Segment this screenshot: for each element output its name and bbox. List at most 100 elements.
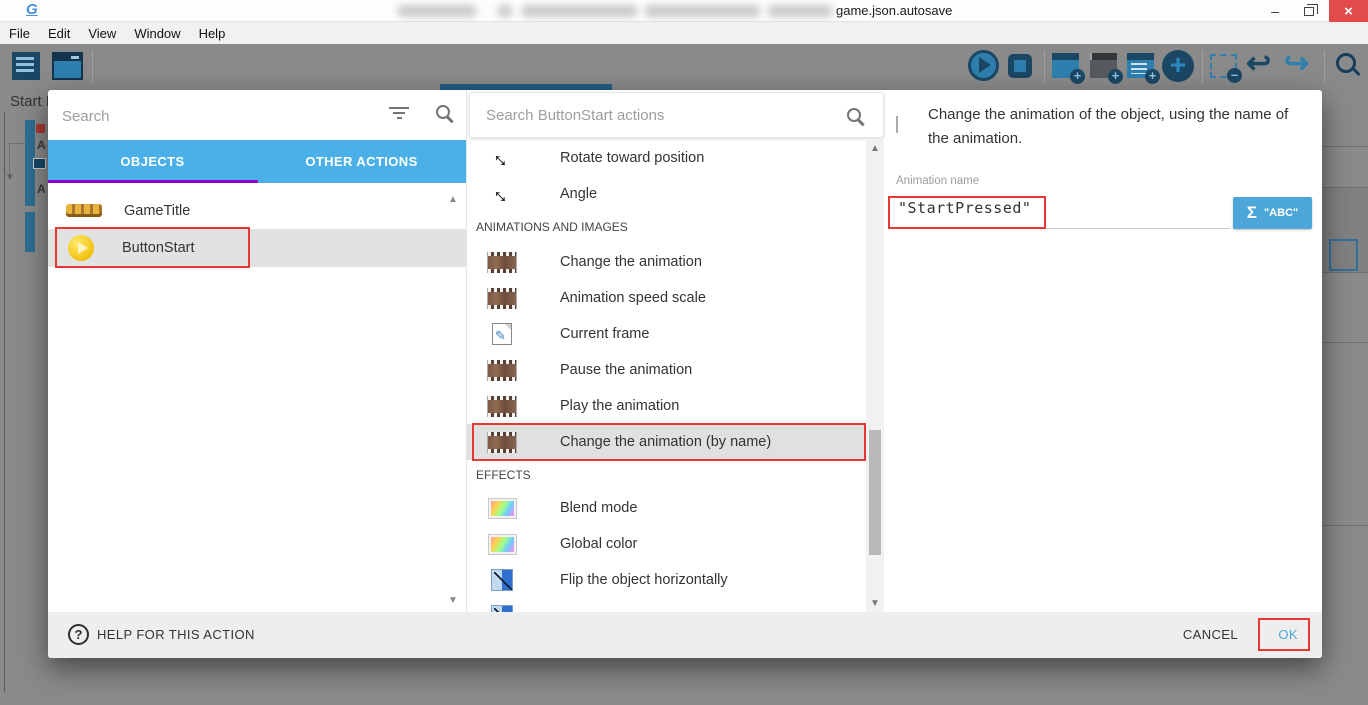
animation-name-input[interactable]: [898, 195, 1198, 221]
project-manager-icon[interactable]: [12, 52, 40, 80]
object-label: ButtonStart: [122, 240, 195, 256]
event-selection-bar: [25, 212, 35, 252]
tab-other-actions[interactable]: OTHER ACTIONS: [257, 140, 466, 183]
film-strip-icon: [487, 288, 517, 309]
menu-file[interactable]: File: [0, 26, 39, 41]
film-strip-icon: [487, 432, 517, 453]
event-object-icon: [33, 158, 46, 169]
help-for-this-action-link[interactable]: HELP FOR THIS ACTION: [97, 627, 255, 642]
ok-button[interactable]: OK: [1278, 627, 1298, 642]
object-search-input[interactable]: [62, 104, 362, 128]
minus-badge-icon: –: [1227, 68, 1242, 83]
color-gradient-icon: [489, 499, 516, 518]
action-item[interactable]: [466, 598, 866, 612]
action-description: Change the animation of the object, usin…: [928, 103, 1310, 151]
help-icon[interactable]: ?: [68, 624, 89, 645]
gdevelop-window: G game.json.autosave – × File Edit View …: [0, 0, 1368, 705]
play-button-thumbnail: [68, 235, 94, 261]
redo-icon[interactable]: ↪: [1284, 46, 1309, 81]
action-item[interactable]: ↔ Rotate toward position: [466, 140, 866, 176]
film-strip-icon: [896, 116, 898, 133]
menu-view[interactable]: View: [79, 26, 125, 41]
menu-help[interactable]: Help: [190, 26, 235, 41]
add-circle-icon[interactable]: +: [1162, 50, 1194, 82]
action-item[interactable]: Change the animation: [466, 244, 866, 280]
collapse-arrow-icon: ▼: [5, 172, 15, 183]
delete-event-icon[interactable]: –: [1210, 54, 1237, 78]
action-item[interactable]: Pause the animation: [466, 352, 866, 388]
action-item[interactable]: Animation speed scale: [466, 280, 866, 316]
scroll-up-arrow[interactable]: ▲: [870, 143, 880, 154]
event-action-letter: A: [37, 182, 46, 196]
action-list-scrollbar[interactable]: ▲ ▼: [866, 140, 884, 612]
rotate-arrow-icon: ↔: [487, 179, 517, 209]
toolbar-divider: [1324, 50, 1325, 84]
search-icon[interactable]: [1336, 53, 1356, 73]
window-title: game.json.autosave: [836, 3, 952, 18]
object-list-item-buttonstart[interactable]: ButtonStart: [48, 229, 466, 267]
plus-badge-icon: +: [1108, 69, 1123, 84]
action-item[interactable]: Flip the object horizontally: [466, 562, 866, 598]
action-list: ↔ Rotate toward position ↔ Angle ANIMATI…: [466, 140, 866, 612]
object-label: GameTitle: [124, 203, 190, 219]
action-search-input[interactable]: [486, 103, 816, 127]
maximize-button[interactable]: [1292, 0, 1326, 22]
action-item[interactable]: Play the animation: [466, 388, 866, 424]
event-connector: [9, 143, 25, 144]
preview-play-icon[interactable]: [968, 50, 999, 81]
animation-name-label: Animation name: [896, 175, 979, 187]
object-panel-tabs: OBJECTS OTHER ACTIONS: [48, 140, 466, 183]
film-strip-icon: [487, 360, 517, 381]
scroll-up-arrow[interactable]: ▲: [448, 194, 458, 205]
scroll-down-arrow[interactable]: ▼: [870, 598, 880, 609]
close-button[interactable]: ×: [1329, 0, 1368, 22]
add-subevent-icon[interactable]: +: [1090, 53, 1117, 78]
events-sheet-right-edge: [1322, 88, 1368, 705]
current-frame-icon: [492, 323, 512, 345]
search-icon: [436, 105, 450, 119]
scrollbar-thumb[interactable]: [869, 430, 881, 555]
tab-objects[interactable]: OBJECTS: [48, 140, 257, 183]
minimize-button[interactable]: –: [1258, 0, 1292, 22]
game-title-thumbnail: [66, 204, 102, 217]
action-item[interactable]: ↔ Angle: [466, 176, 866, 212]
flip-vertical-icon: [491, 605, 513, 612]
scroll-down-arrow[interactable]: ▼: [448, 595, 458, 606]
restore-icon: [1304, 7, 1314, 16]
filter-icon[interactable]: [388, 107, 410, 123]
redacted-path-blur: [498, 5, 512, 17]
expression-editor-button[interactable]: Σ "ABC": [1233, 197, 1312, 229]
add-comment-icon[interactable]: +: [1127, 53, 1154, 78]
object-list-item-gametitle[interactable]: GameTitle: [48, 192, 466, 229]
event-action-letter: A: [37, 138, 46, 152]
plus-badge-icon: +: [1070, 69, 1085, 84]
plus-badge-icon: +: [1145, 69, 1160, 84]
toolbar-divider: [1044, 50, 1045, 84]
sigma-icon: Σ: [1247, 203, 1257, 223]
title-bar: G game.json.autosave – ×: [0, 0, 1368, 22]
add-event-icon[interactable]: +: [1052, 53, 1079, 78]
action-item[interactable]: Global color: [466, 526, 866, 562]
rotate-arrow-icon: ↔: [487, 143, 517, 173]
action-section-header: ANIMATIONS AND IMAGES: [476, 220, 856, 234]
action-item[interactable]: Blend mode: [466, 490, 866, 526]
gdevelop-logo-icon: G: [26, 1, 38, 18]
active-tab-underline: [48, 180, 258, 183]
menu-edit[interactable]: Edit: [39, 26, 79, 41]
action-search-card: [469, 92, 884, 138]
action-item-selected[interactable]: Change the animation (by name): [466, 424, 866, 460]
menu-window[interactable]: Window: [125, 26, 189, 41]
color-gradient-icon: [489, 535, 516, 554]
redacted-path-blur: [645, 5, 760, 17]
cancel-button[interactable]: CANCEL: [1183, 627, 1238, 642]
action-item[interactable]: Current frame: [466, 316, 866, 352]
scene-tab-label: Start P: [10, 93, 48, 110]
debug-icon[interactable]: [1008, 54, 1032, 78]
flip-horizontal-icon: [491, 569, 513, 591]
toolbar-divider: [92, 50, 93, 84]
scene-window-icon[interactable]: [52, 52, 83, 80]
input-underline: [896, 228, 1230, 229]
dialog-footer: ? HELP FOR THIS ACTION CANCEL OK: [48, 612, 1322, 658]
redacted-path-blur: [398, 5, 476, 17]
undo-icon[interactable]: ↩: [1246, 46, 1271, 81]
